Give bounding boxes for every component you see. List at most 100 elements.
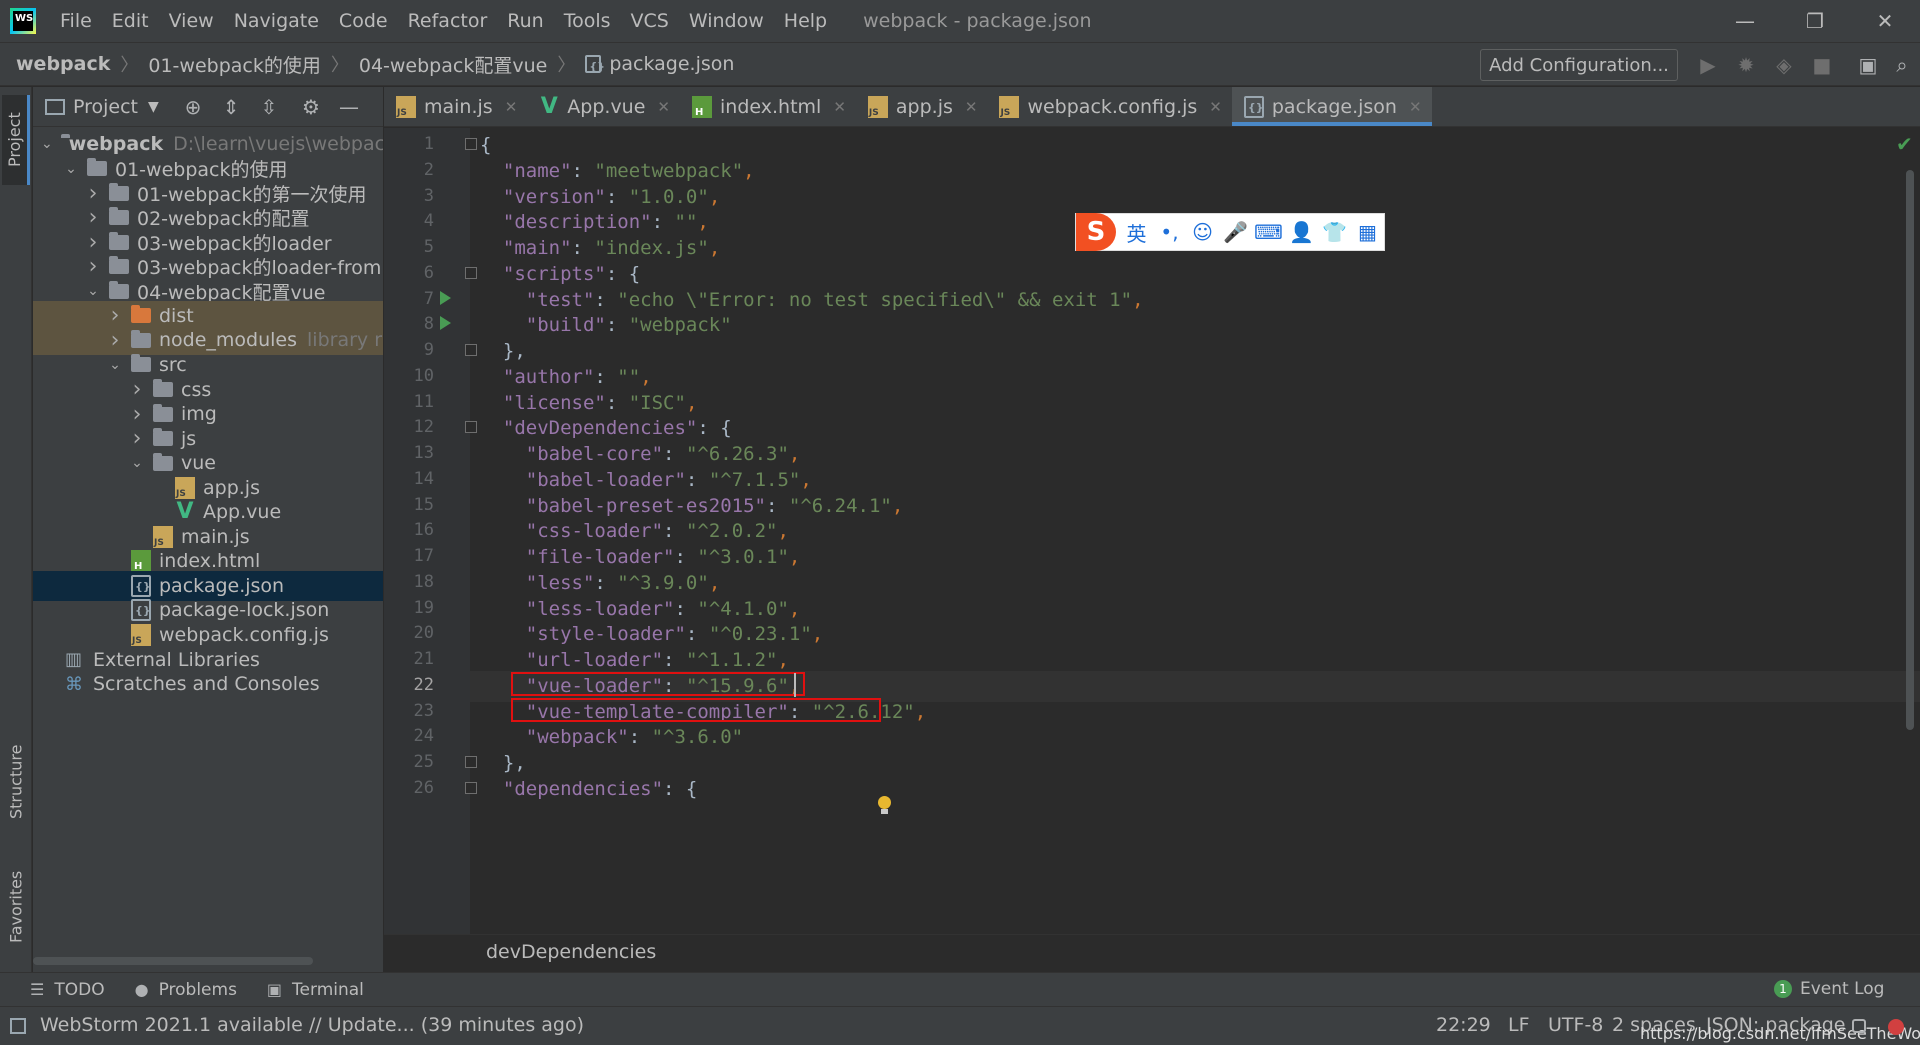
code-token: "dependencies": [502, 777, 664, 800]
fold-marker-icon[interactable]: [465, 421, 477, 434]
code-token: : {: [697, 417, 732, 440]
error-indicator-icon[interactable]: [1888, 1019, 1904, 1035]
tree-item-label: dist: [159, 304, 194, 327]
breadcrumb-folder[interactable]: 01-webpack的使用: [148, 51, 320, 78]
inspection-ok-icon[interactable]: ✔: [1896, 132, 1913, 156]
editor-tab[interactable]: webpack.config.js ✕: [987, 87, 1231, 126]
expand-all-icon[interactable]: ⇕: [217, 93, 245, 121]
lock-icon[interactable]: [1852, 1019, 1866, 1033]
menu-code[interactable]: Code: [329, 0, 398, 42]
code-token: },: [480, 752, 526, 774]
tool-tab-todo[interactable]: ☰ TODO: [30, 980, 105, 1000]
editor-tab[interactable]: main.js ✕: [384, 87, 527, 126]
locate-file-icon[interactable]: ⊕: [179, 93, 207, 121]
fold-marker-icon[interactable]: [465, 344, 477, 356]
tree-item[interactable]: ⌘ Scratches and Consoles: [33, 669, 383, 699]
close-tab-icon[interactable]: ✕: [505, 98, 518, 116]
lang-toggle-icon[interactable]: 英: [1120, 218, 1153, 247]
punctuation-icon[interactable]: •,: [1153, 218, 1186, 247]
chevron-down-icon[interactable]: ⌄: [63, 161, 79, 177]
vue-file-icon: V: [540, 93, 558, 119]
menu-refactor[interactable]: Refactor: [398, 0, 498, 42]
collapse-all-icon[interactable]: ⇳: [255, 93, 283, 121]
keyboard-icon[interactable]: ⌨: [1252, 218, 1285, 247]
editor-scrollbar[interactable]: [1906, 170, 1914, 730]
fold-marker-icon[interactable]: [465, 266, 477, 279]
status-message[interactable]: WebStorm 2021.1 available // Update... (…: [40, 1014, 584, 1036]
status-window-icon[interactable]: [10, 1018, 26, 1034]
editor-tab[interactable]: app.js ✕: [856, 87, 988, 126]
add-configuration-button[interactable]: Add Configuration...: [1480, 49, 1678, 81]
emoji-icon[interactable]: ☺: [1186, 218, 1219, 247]
caret-position[interactable]: 22:29: [1436, 1014, 1491, 1036]
file-encoding[interactable]: UTF-8: [1548, 1014, 1603, 1036]
toolbox-icon[interactable]: ▦: [1351, 218, 1384, 247]
user-icon[interactable]: 👤: [1285, 218, 1318, 247]
menu-edit[interactable]: Edit: [102, 0, 159, 42]
run-script-icon[interactable]: [440, 290, 451, 305]
fold-marker-icon[interactable]: [465, 138, 477, 150]
menu-window[interactable]: Window: [679, 0, 774, 42]
code-line: "dependencies": {: [480, 774, 697, 805]
run-script-icon[interactable]: [440, 316, 451, 331]
breadcrumb-project[interactable]: webpack: [16, 53, 110, 75]
tool-tab-terminal[interactable]: ▣ Terminal: [267, 980, 364, 1000]
project-panel-header: Project ▼ ⊕ ⇕ ⇳ ⚙ —: [33, 87, 383, 127]
minimize-button[interactable]: —: [1710, 0, 1780, 42]
folder-icon: [153, 428, 173, 447]
menu-run[interactable]: Run: [497, 0, 553, 42]
sogou-logo-icon[interactable]: S: [1076, 213, 1116, 251]
close-tab-icon[interactable]: ✕: [1409, 98, 1422, 116]
chevron-down-icon[interactable]: ⌄: [41, 136, 53, 152]
menu-vcs[interactable]: VCS: [621, 0, 679, 42]
event-log-button[interactable]: 1 Event Log: [1774, 979, 1884, 999]
tree-scrollbar[interactable]: [33, 957, 313, 965]
webstorm-logo-icon[interactable]: WS: [10, 8, 36, 34]
microphone-icon[interactable]: 🎤: [1219, 218, 1252, 247]
fold-marker-icon[interactable]: [465, 781, 477, 794]
editor-tab[interactable]: package.json ✕: [1231, 87, 1432, 126]
restore-button[interactable]: ❐: [1780, 0, 1850, 42]
ime-buttons: 英 •, ☺ 🎤 ⌨ 👤 👕 ▦: [1120, 218, 1384, 247]
breadcrumb-json-path[interactable]: devDependencies: [486, 941, 656, 963]
project-view-selector[interactable]: Project: [73, 96, 138, 118]
stop-icon[interactable]: ■: [1808, 51, 1836, 79]
close-window-button[interactable]: ✕: [1850, 0, 1920, 42]
close-tab-icon[interactable]: ✕: [657, 98, 670, 116]
gear-icon[interactable]: ⚙: [297, 93, 325, 121]
chevron-down-icon[interactable]: ▼: [148, 99, 159, 115]
tree-item-label: webpack: [68, 133, 164, 155]
editor-tab[interactable]: V App.vue ✕: [527, 87, 680, 126]
structure-tool-tab[interactable]: Structure: [2, 727, 30, 837]
menu-view[interactable]: View: [159, 0, 224, 42]
editor-tab[interactable]: index.html ✕: [680, 87, 856, 126]
coverage-icon[interactable]: ◈: [1770, 51, 1798, 79]
search-icon[interactable]: ⌕: [1888, 51, 1916, 79]
chevron-down-icon[interactable]: ⌄: [107, 357, 123, 373]
close-tab-icon[interactable]: ✕: [965, 98, 978, 116]
close-tab-icon[interactable]: ✕: [1209, 98, 1222, 116]
hide-panel-icon[interactable]: —: [335, 93, 363, 121]
fold-marker-icon[interactable]: [465, 756, 477, 768]
menu-navigate[interactable]: Navigate: [224, 0, 329, 42]
breadcrumb-subfolder[interactable]: 04-webpack配置vue: [359, 51, 547, 78]
skin-icon[interactable]: 👕: [1318, 218, 1351, 247]
project-tool-tab[interactable]: Project: [2, 95, 30, 185]
line-separator[interactable]: LF: [1508, 1014, 1530, 1036]
intention-bulb-icon[interactable]: [876, 796, 892, 816]
debug-icon[interactable]: ✹: [1732, 51, 1760, 79]
run-icon[interactable]: ▶: [1694, 51, 1722, 79]
breadcrumb-file[interactable]: package.json: [585, 53, 734, 75]
close-tab-icon[interactable]: ✕: [833, 98, 846, 116]
chevron-right-icon: 〉: [330, 55, 349, 76]
chevron-down-icon[interactable]: ⌄: [129, 455, 145, 471]
chevron-down-icon[interactable]: ⌄: [85, 283, 101, 299]
menu-file[interactable]: File: [50, 0, 102, 42]
favorites-tool-tab[interactable]: Favorites: [2, 857, 30, 957]
terminal-window-icon[interactable]: ▣: [1854, 51, 1882, 79]
code-token: "1.0.0": [628, 185, 709, 208]
tool-tab-problems[interactable]: ● Problems: [135, 980, 237, 1000]
menu-help[interactable]: Help: [774, 0, 837, 42]
menu-tools[interactable]: Tools: [554, 0, 621, 42]
